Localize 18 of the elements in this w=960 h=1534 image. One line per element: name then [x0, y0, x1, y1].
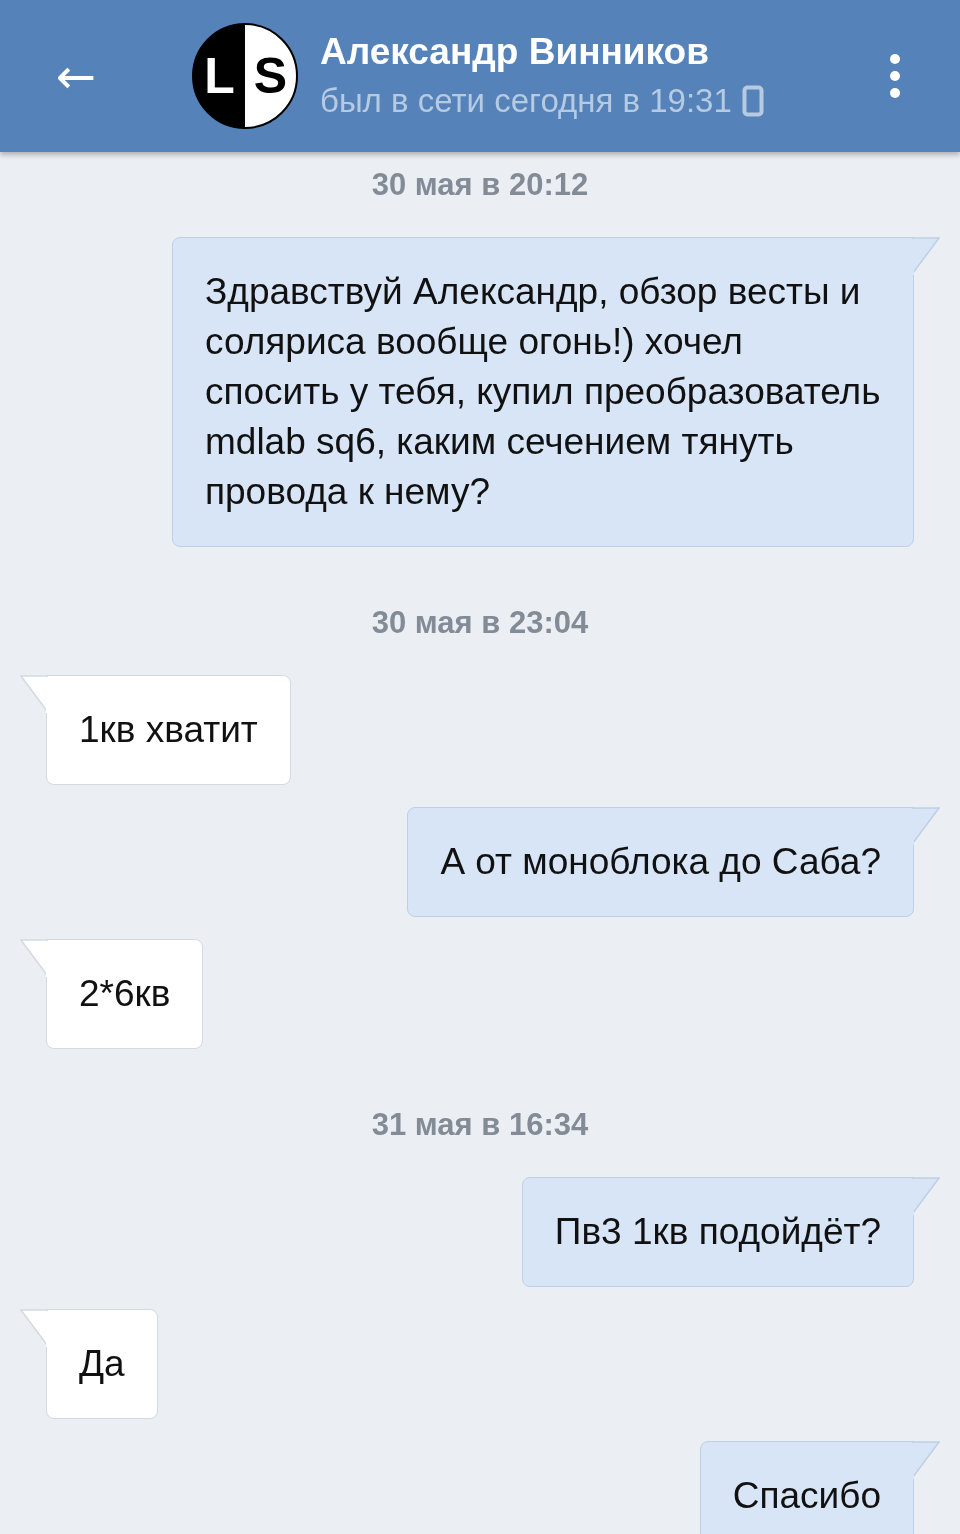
message-text: Пв3 1кв подойдёт? — [554, 1211, 881, 1252]
message-text: 2*6кв — [79, 973, 171, 1014]
contact-name: Александр Винников — [320, 30, 710, 74]
menu-icon[interactable] — [889, 53, 901, 99]
message-text: Да — [79, 1343, 125, 1384]
date-separator: 30 мая в 20:12 — [371, 166, 589, 204]
back-button[interactable]: ← — [46, 46, 106, 106]
message-text: Спасибо — [732, 1475, 881, 1516]
mobile-phone-icon — [741, 85, 764, 117]
message-text: 1кв хватит — [79, 709, 258, 750]
date-separator: 30 мая в 23:04 — [371, 604, 589, 642]
message-text: А от моноблока до Саба? — [440, 841, 881, 882]
avatar[interactable]: L S — [192, 23, 298, 129]
message-text: Здравствуй Александр, обзор весты и соляриса вообще огонь!) хочел спосить у тебя, купил преобразователь mdlab sq6, каким сечением тянуть провода к нему? — [205, 271, 881, 512]
date-separator: 31 мая в 16:34 — [371, 1106, 589, 1144]
last-seen-status: был в сети сегодня в 19:31 — [320, 81, 732, 121]
avatar-letter: S — [252, 47, 289, 106]
avatar-letter: L — [203, 47, 236, 106]
